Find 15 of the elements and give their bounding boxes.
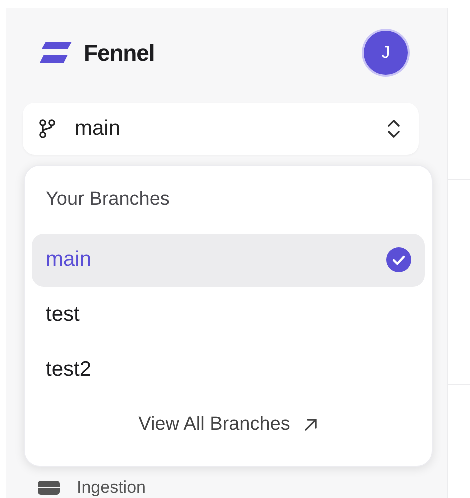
logo-icon (40, 42, 72, 64)
dropdown-heading: Your Branches (46, 188, 171, 212)
database-icon (38, 481, 60, 495)
brand-name: Fennel (84, 38, 155, 68)
nav-item[interactable]: Ingestion (6, 478, 447, 498)
branch-option[interactable]: test (32, 288, 425, 342)
branch-option[interactable]: test2 (32, 344, 425, 396)
chevron-up-down-icon (387, 118, 401, 140)
branch-icon (39, 119, 56, 139)
check-icon (386, 247, 412, 273)
branch-selector[interactable]: main (23, 103, 419, 155)
branch-option[interactable]: main (32, 234, 425, 286)
view-all-branches-link[interactable]: View All Branches (138, 410, 318, 439)
external-arrow-icon (304, 418, 318, 432)
user-avatar[interactable]: J (364, 31, 408, 75)
